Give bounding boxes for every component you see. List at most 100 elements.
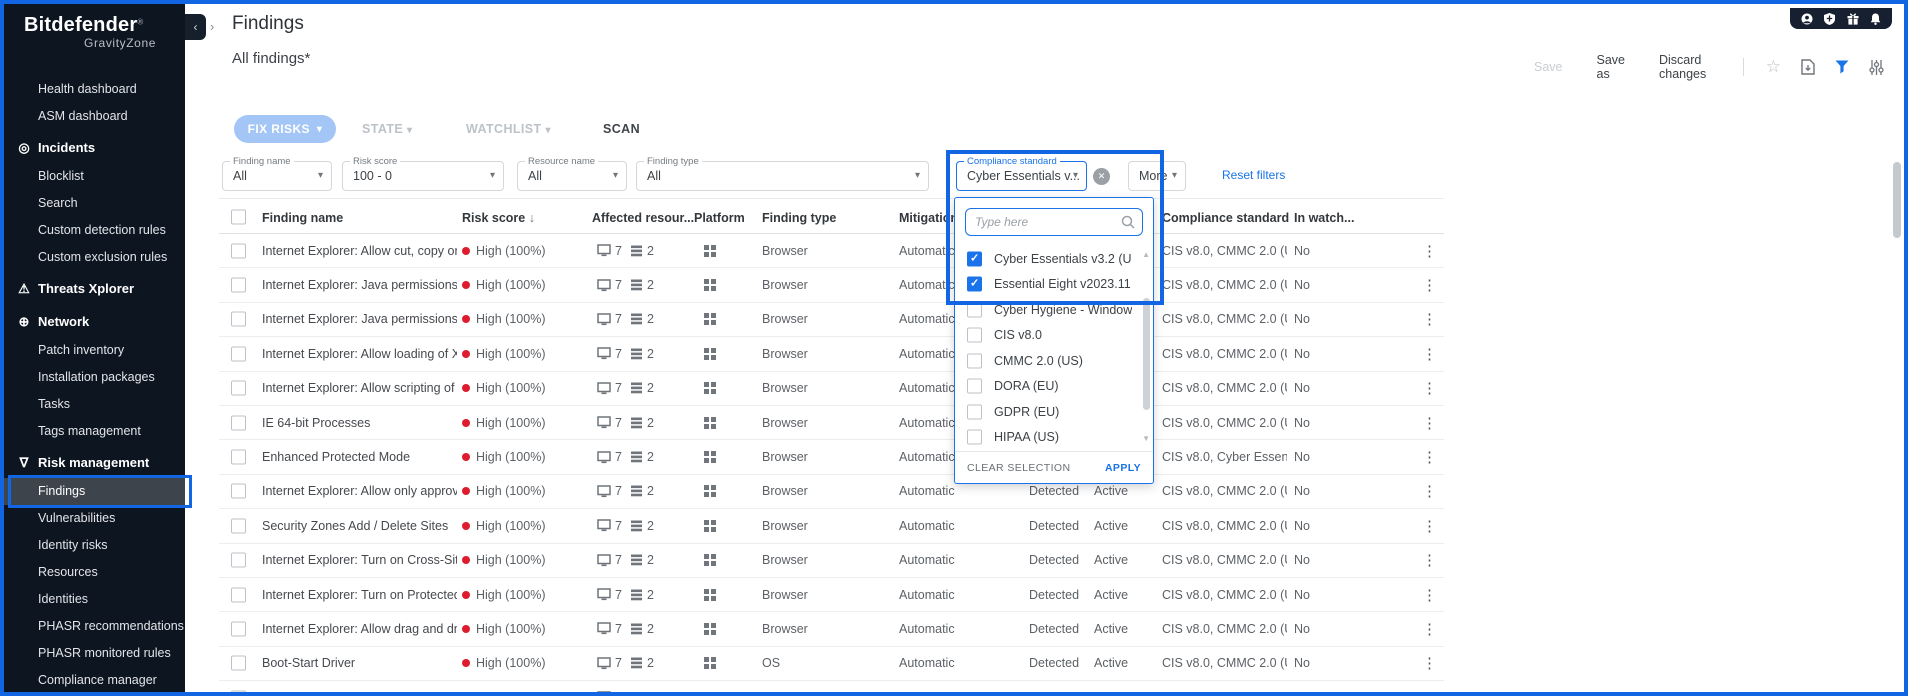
- sidebar-item[interactable]: Vulnerabilities: [4, 505, 185, 532]
- table-row[interactable]: Internet Explorer: Allow cut, copy or...…: [219, 234, 1444, 268]
- sidebar-expand-button[interactable]: ›: [210, 19, 214, 34]
- sidebar-item[interactable]: Identities: [4, 586, 185, 613]
- export-icon[interactable]: [1801, 59, 1815, 75]
- column-settings-icon[interactable]: [1869, 60, 1884, 75]
- sidebar-item[interactable]: ASM dashboard: [4, 103, 185, 130]
- save-as-button[interactable]: Save as: [1597, 53, 1626, 81]
- finding-name-cell[interactable]: IE 64-bit Processes: [262, 416, 370, 430]
- finding-name-filter[interactable]: Finding name All ▾: [222, 161, 332, 191]
- scroll-down-icon[interactable]: ▼: [1142, 434, 1150, 443]
- row-menu-icon[interactable]: ⋮: [1422, 379, 1437, 397]
- dropdown-option[interactable]: Cyber Essentials v3.2 (UK): [955, 246, 1153, 272]
- dropdown-option[interactable]: DORA (EU): [955, 374, 1153, 400]
- option-checkbox[interactable]: [967, 404, 982, 419]
- row-menu-icon[interactable]: ⋮: [1422, 310, 1437, 328]
- select-all-checkbox[interactable]: [231, 210, 246, 225]
- finding-name-cell[interactable]: Internet Explorer: Java permissions ...: [262, 312, 457, 326]
- row-checkbox[interactable]: [231, 621, 246, 636]
- sidebar-item[interactable]: Custom detection rules: [4, 217, 185, 244]
- table-row[interactable]: Internet Explorer: Allow drag and dr... …: [219, 612, 1444, 646]
- resource-name-filter[interactable]: Resource name All ▾: [517, 161, 627, 191]
- table-row[interactable]: Internet Explorer: Allow only approv... …: [219, 475, 1444, 509]
- risk-score-filter[interactable]: Risk score 100 - 0 ▾: [342, 161, 504, 191]
- dropdown-option[interactable]: Essential Eight v2023.11 (...: [955, 272, 1153, 298]
- row-checkbox[interactable]: [231, 587, 246, 602]
- table-row[interactable]: Security Zones Add / Delete Sites High (…: [219, 509, 1444, 543]
- table-row[interactable]: Internet Explorer: Turn on Cross-Sit... …: [219, 544, 1444, 578]
- option-checkbox[interactable]: [967, 430, 982, 445]
- shield-icon[interactable]: [1824, 13, 1835, 25]
- row-menu-icon[interactable]: ⋮: [1422, 620, 1437, 638]
- finding-name-cell[interactable]: Internet Explorer: Turn on Cross-Sit...: [262, 553, 457, 567]
- table-row[interactable]: Boot-Start Driver High (100%) 7 2 OS Aut…: [219, 647, 1444, 681]
- option-checkbox[interactable]: [967, 302, 982, 317]
- finding-name-cell[interactable]: Internet Explorer: Allow loading of X...: [262, 347, 457, 361]
- option-checkbox[interactable]: [967, 251, 982, 266]
- sidebar-item[interactable]: Custom exclusion rules: [4, 244, 185, 271]
- table-row[interactable]: Internet Explorer: Allow loading of X...…: [219, 337, 1444, 371]
- fix-risks-button[interactable]: FIX RISKS ▾: [234, 115, 336, 143]
- row-menu-icon[interactable]: ⋮: [1422, 242, 1437, 260]
- finding-name-cell[interactable]: Boot-Start Driver: [262, 656, 355, 670]
- sidebar-item[interactable]: Tasks: [4, 391, 185, 418]
- row-checkbox[interactable]: [231, 450, 246, 465]
- column-risk-score[interactable]: Risk score ↓: [462, 211, 535, 225]
- finding-name-cell[interactable]: Enhanced Protected Mode: [262, 450, 410, 464]
- table-row[interactable]: IE 64-bit Processes High (100%) 7 2 Brow…: [219, 406, 1444, 440]
- sidebar-item[interactable]: Tags management: [4, 418, 185, 445]
- row-menu-icon[interactable]: ⋮: [1422, 345, 1437, 363]
- sidebar-item[interactable]: PHASR recommendations: [4, 613, 185, 640]
- clear-filter-icon[interactable]: ✕: [1093, 168, 1110, 185]
- row-checkbox[interactable]: [231, 415, 246, 430]
- finding-name-cell[interactable]: Internet Explorer: Turn on Protected...: [262, 588, 457, 602]
- finding-name-cell[interactable]: Internet Explorer: Allow drag and dr...: [262, 622, 457, 636]
- discard-changes-button[interactable]: Discard changes: [1659, 53, 1709, 81]
- finding-type-filter[interactable]: Finding type All ▾: [636, 161, 929, 191]
- sidebar-item[interactable]: Search: [4, 190, 185, 217]
- sidebar-item[interactable]: Findings: [4, 478, 185, 505]
- row-checkbox[interactable]: [231, 312, 246, 327]
- row-checkbox[interactable]: [231, 690, 246, 696]
- row-menu-icon[interactable]: ⋮: [1422, 414, 1437, 432]
- row-menu-icon[interactable]: ⋮: [1422, 482, 1437, 500]
- finding-name-cell[interactable]: Security Zones Add / Delete Sites: [262, 519, 448, 533]
- option-checkbox[interactable]: [967, 277, 982, 292]
- row-menu-icon[interactable]: ⋮: [1422, 689, 1437, 696]
- option-checkbox[interactable]: [967, 353, 982, 368]
- dropdown-search-input[interactable]: [966, 209, 1142, 235]
- finding-name-cell[interactable]: Internet Explorer: Allow cut, copy or...: [262, 244, 457, 258]
- row-checkbox[interactable]: [231, 381, 246, 396]
- finding-name-cell[interactable]: Internet Explorer: Allow only approv...: [262, 484, 457, 498]
- sidebar-item[interactable]: Installation packages: [4, 364, 185, 391]
- sidebar-item[interactable]: ⊕ Network: [4, 307, 185, 337]
- sidebar-item[interactable]: Blocklist: [4, 163, 185, 190]
- option-checkbox[interactable]: [967, 328, 982, 343]
- row-menu-icon[interactable]: ⋮: [1422, 276, 1437, 294]
- row-checkbox[interactable]: [231, 346, 246, 361]
- row-menu-icon[interactable]: ⋮: [1422, 448, 1437, 466]
- filter-icon[interactable]: [1835, 60, 1849, 74]
- column-compliance-standard[interactable]: Compliance standard: [1162, 211, 1289, 225]
- sort-desc-icon[interactable]: ↓: [529, 211, 535, 225]
- table-row[interactable]: Enhanced Protected Mode High (100%) 7 2 …: [219, 440, 1444, 474]
- scroll-up-icon[interactable]: ▲: [1142, 250, 1150, 259]
- sidebar-item[interactable]: Identity risks: [4, 532, 185, 559]
- scan-button[interactable]: SCAN: [603, 122, 640, 136]
- compliance-standard-filter[interactable]: Compliance standard Cyber Essentials v..…: [956, 161, 1087, 191]
- table-row[interactable]: Internet Explorer: Java permissions ... …: [219, 268, 1444, 302]
- table-row[interactable]: Internet Explorer: Allow scripting of ..…: [219, 681, 1444, 696]
- table-row[interactable]: Internet Explorer: Turn on Protected... …: [219, 578, 1444, 612]
- row-checkbox[interactable]: [231, 553, 246, 568]
- sidebar-item[interactable]: ∇ Risk management: [4, 448, 185, 478]
- sidebar-item[interactable]: PHASR monitored rules: [4, 640, 185, 667]
- user-icon[interactable]: [1801, 13, 1813, 25]
- table-row[interactable]: Internet Explorer: Allow scripting of ..…: [219, 372, 1444, 406]
- dropdown-option[interactable]: CIS v8.0: [955, 323, 1153, 349]
- column-finding-type[interactable]: Finding type: [762, 211, 836, 225]
- row-checkbox[interactable]: [231, 484, 246, 499]
- dropdown-search[interactable]: [965, 208, 1143, 236]
- favorite-star-icon[interactable]: ☆: [1766, 60, 1781, 74]
- more-filters-button[interactable]: More ▾: [1128, 161, 1186, 191]
- row-checkbox[interactable]: [231, 243, 246, 258]
- row-checkbox[interactable]: [231, 518, 246, 533]
